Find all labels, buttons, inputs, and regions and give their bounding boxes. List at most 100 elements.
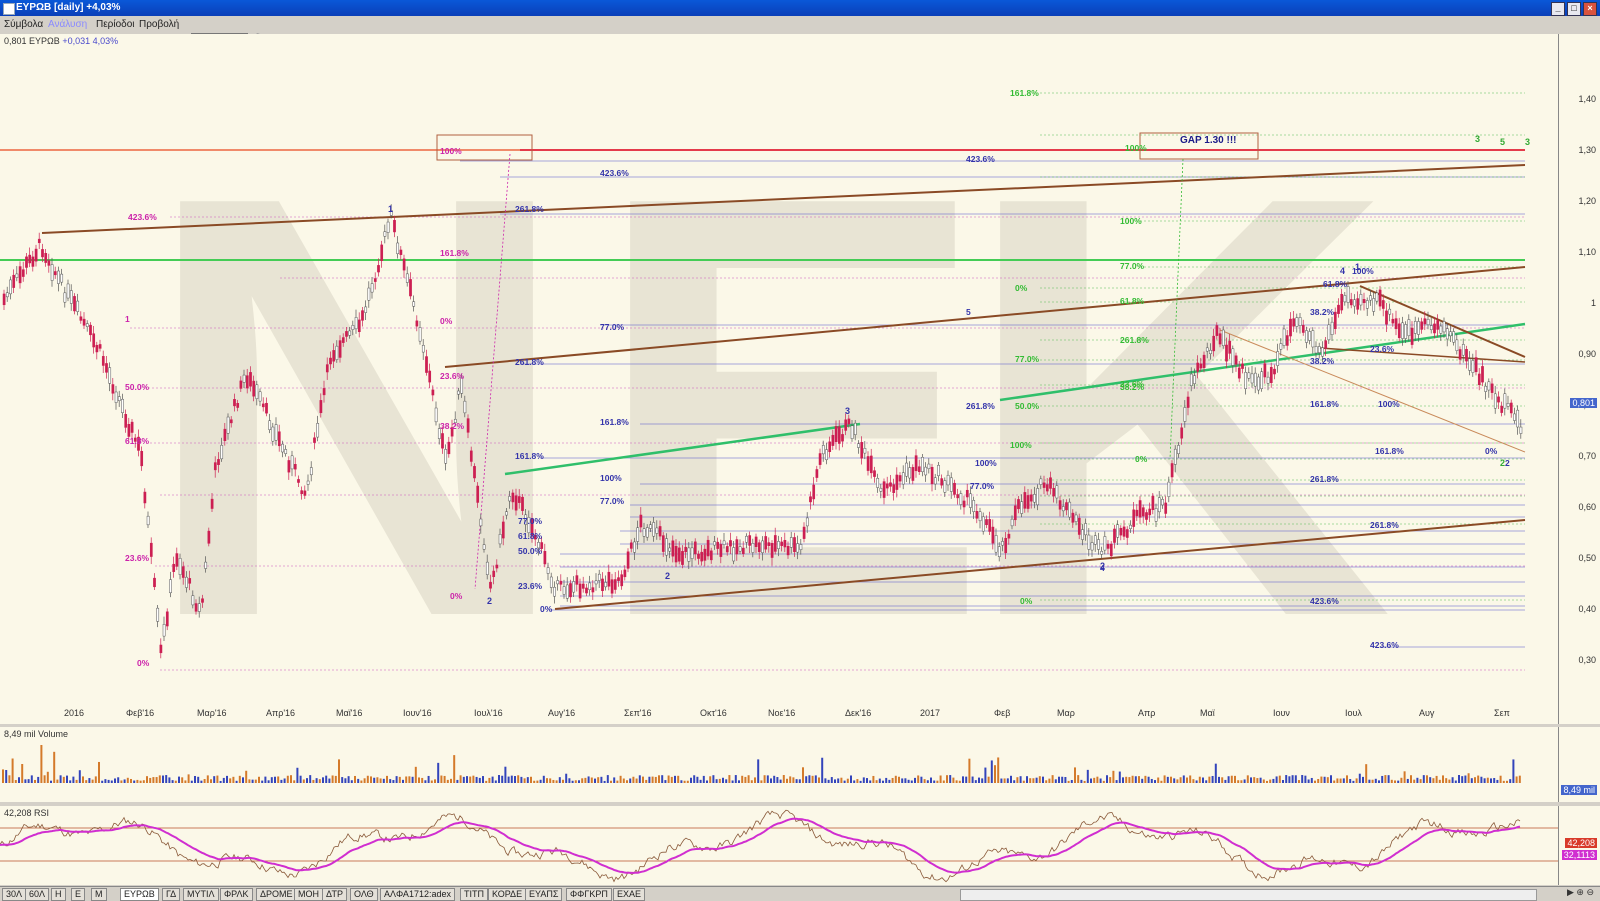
candle-body: [1359, 294, 1363, 306]
volume-bar: [1131, 775, 1134, 783]
candle-body: [1180, 427, 1184, 439]
minimize-button[interactable]: _: [1551, 2, 1565, 16]
volume-bar: [702, 775, 705, 783]
candle-body: [796, 543, 800, 553]
volume-bar: [677, 775, 680, 783]
tab-symbol[interactable]: ΔΤΡ: [322, 888, 347, 901]
volume-bar: [1227, 776, 1230, 783]
tab-symbol[interactable]: ΓΔ: [162, 888, 181, 901]
candle-body: [233, 399, 236, 407]
volume-bar: [648, 776, 651, 783]
volume-bar: [1042, 776, 1044, 783]
volume-bar: [274, 776, 276, 783]
tab-monthly[interactable]: Μ: [91, 888, 107, 901]
volume-bar: [888, 779, 891, 783]
volume-bar: [1470, 778, 1473, 783]
x-tick: Ιουλ'16: [474, 708, 503, 718]
fib-label: 261.8%: [1370, 520, 1399, 530]
volume-bar: [1483, 778, 1486, 783]
candle-body: [242, 374, 246, 383]
candle-body: [1039, 478, 1043, 485]
volume-bar: [402, 779, 404, 783]
volume-bar: [1211, 775, 1214, 783]
candle-body: [549, 576, 553, 588]
volume-bar: [1499, 775, 1502, 783]
candle-body: [185, 576, 188, 588]
tab-weekly[interactable]: Ε: [71, 888, 86, 901]
candle-body: [101, 356, 105, 366]
volume-bar: [664, 780, 667, 783]
candle-body: [866, 456, 870, 471]
candle-body: [1135, 509, 1139, 517]
volume-bar: [779, 779, 782, 783]
menu-periods[interactable]: Περίοδοι: [96, 19, 135, 30]
volume-chart: [2, 745, 1521, 783]
volume-bar: [165, 775, 168, 783]
candle-body: [255, 384, 259, 399]
volume-bar: [546, 778, 548, 783]
candle-body: [1301, 325, 1305, 333]
tab-symbol[interactable]: ΟΛΘ: [350, 888, 378, 901]
maximize-button[interactable]: □: [1567, 2, 1581, 16]
volume-bar: [382, 778, 385, 783]
candle-body: [1157, 497, 1161, 513]
menu-symbols[interactable]: Σύμβολα: [4, 19, 43, 30]
candle-body: [895, 474, 899, 490]
candle-body: [47, 260, 51, 266]
tab-symbol[interactable]: ΤΙΤΠ: [460, 888, 488, 901]
time-axis[interactable]: 2016 Φεβ'16 Μαρ'16 Απρ'16 Μαϊ'16 Ιουν'16…: [0, 708, 1558, 722]
volume-bar: [1154, 780, 1156, 783]
volume-bar: [1086, 769, 1089, 783]
candle-body: [1349, 299, 1353, 306]
volume-bar: [1083, 780, 1086, 783]
volume-bar: [1480, 776, 1483, 783]
volume-bar: [1298, 780, 1300, 783]
candle-body: [642, 528, 646, 537]
x-tick: Φεβ: [994, 708, 1011, 718]
candle-body: [805, 517, 809, 527]
tab-symbol[interactable]: ΜΥΤΙΛ: [183, 888, 219, 901]
tab-symbol[interactable]: ΑΛΦΑ1712:adex: [380, 888, 455, 901]
rsi-panel[interactable]: 42,208 RSI × 42,208 32,1113: [0, 806, 1600, 885]
volume-bar: [1410, 775, 1412, 783]
watermark: N: [140, 72, 573, 724]
candle-body: [1413, 321, 1417, 334]
tab-symbol[interactable]: ΕΧΑΕ: [613, 888, 646, 901]
close-button[interactable]: ×: [1583, 2, 1597, 16]
volume-bar: [1448, 779, 1451, 783]
candle-body: [645, 527, 649, 538]
volume-bar: [1166, 776, 1169, 783]
volume-bar: [216, 775, 219, 783]
wave-label: 4: [1340, 266, 1345, 276]
volume-bar: [1070, 779, 1073, 783]
candle-body: [143, 491, 147, 504]
tab-symbol[interactable]: ΔΡΟΜΕ: [256, 888, 297, 901]
tab-30min[interactable]: 30Λ: [2, 888, 27, 901]
tab-daily[interactable]: Η: [51, 888, 66, 901]
menu-analysis[interactable]: Ανάλυση: [48, 19, 87, 30]
tab-symbol[interactable]: ΦΡΛΚ: [220, 888, 253, 901]
tab-symbol[interactable]: ΕΥΡΩΒ: [120, 888, 159, 901]
menu-view[interactable]: Προβολή: [139, 19, 179, 30]
volume-bar: [210, 779, 212, 783]
zoom-controls[interactable]: ▶ ⊕ ⊖: [1567, 887, 1594, 898]
tab-symbol[interactable]: ΕΥΑΠΣ: [525, 888, 563, 901]
volume-bar: [955, 780, 958, 783]
wave-label: 3: [845, 406, 850, 416]
volume-bar: [290, 775, 292, 783]
gap-annotation: GAP 1.30 !!!: [1180, 135, 1237, 146]
candle-body: [1497, 396, 1500, 403]
price-chart[interactable]: N E K 161.8%100% 100%423.6%423.6%261.8%10…: [0, 34, 1558, 724]
tab-symbol[interactable]: ΚΟΡΔΕ: [488, 888, 527, 901]
tab-60min[interactable]: 60Λ: [25, 888, 50, 901]
horizontal-scrollbar[interactable]: [960, 889, 1537, 901]
volume-bar: [34, 779, 36, 783]
price-chart-panel[interactable]: N E K 161.8% 100% 100% 423.6% 423.6% 261.8% 10…: [0, 34, 1600, 724]
volume-bar: [1112, 770, 1115, 783]
tab-symbol[interactable]: ΦΦΓΚΡΠ: [566, 888, 612, 901]
volume-bar: [197, 776, 200, 783]
candle-body: [591, 587, 595, 593]
tab-symbol[interactable]: ΜΟΗ: [294, 888, 323, 901]
volume-panel[interactable]: 8,49 mil Volume × 8,49 mil: [0, 727, 1600, 802]
price-axis[interactable]: 1,40 1,30 1,20 1,10 1 0,90 0,80 0,70 0,6…: [1558, 34, 1600, 724]
